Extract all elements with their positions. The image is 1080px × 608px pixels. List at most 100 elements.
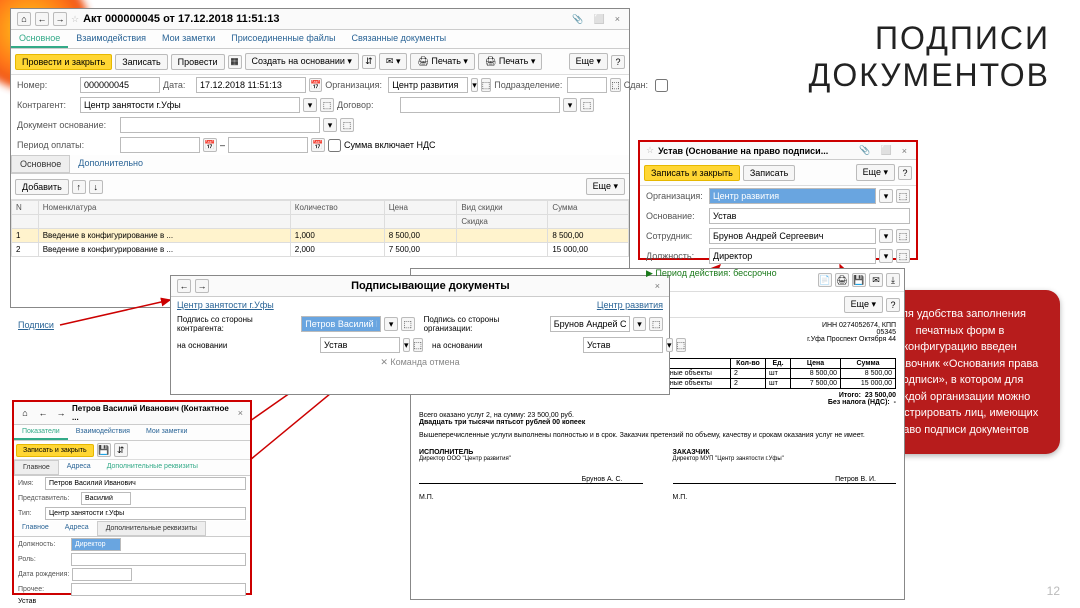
pt3b[interactable]: Адреса bbox=[57, 521, 97, 536]
tab-linked[interactable]: Связанные документы bbox=[344, 30, 455, 48]
star2-icon[interactable]: ☆ bbox=[646, 145, 654, 156]
close2-icon[interactable]: × bbox=[652, 281, 663, 291]
p-tree-icon[interactable]: ⇵ bbox=[114, 443, 128, 457]
tab2-extra[interactable]: Дополнительно bbox=[70, 155, 151, 173]
back3-icon[interactable]: ← bbox=[36, 406, 50, 420]
petrov-contr[interactable] bbox=[45, 507, 246, 520]
up-icon[interactable]: ↑ bbox=[72, 180, 86, 194]
pt2b[interactable]: Адреса bbox=[59, 460, 99, 475]
home2-icon[interactable]: ⌂ bbox=[18, 406, 32, 420]
basis-right-input[interactable] bbox=[583, 337, 663, 353]
email-button[interactable]: ✉ ▾ bbox=[379, 53, 408, 70]
pt3a[interactable]: Главное bbox=[14, 521, 57, 536]
petrov-role[interactable] bbox=[71, 553, 246, 566]
period-start[interactable] bbox=[120, 137, 200, 153]
open3-icon[interactable]: ⬚ bbox=[580, 98, 594, 112]
back2-icon[interactable]: ← bbox=[177, 279, 191, 293]
close-icon[interactable]: × bbox=[612, 14, 623, 24]
cal2-icon[interactable]: 📅 bbox=[203, 138, 217, 152]
tab-files[interactable]: Присоединенные файлы bbox=[223, 30, 343, 48]
fwd3-icon[interactable]: → bbox=[54, 406, 68, 420]
create-based-button[interactable]: Создать на основании ▾ bbox=[245, 53, 359, 70]
more2-button[interactable]: Еще ▾ bbox=[586, 178, 625, 195]
tree-icon[interactable]: ⇵ bbox=[362, 55, 376, 69]
help-icon[interactable]: ? bbox=[611, 55, 625, 69]
open6-icon[interactable]: ⬚ bbox=[649, 317, 663, 331]
down-icon[interactable]: ↓ bbox=[89, 180, 103, 194]
open5-icon[interactable]: ⬚ bbox=[401, 317, 415, 331]
post-button[interactable]: Провести bbox=[171, 54, 225, 70]
open8-icon[interactable]: ⬚ bbox=[676, 338, 687, 352]
ptab1[interactable]: Показатели bbox=[14, 425, 68, 440]
petrov-save-close[interactable]: Записать и закрыть bbox=[16, 444, 94, 457]
petrov-own[interactable] bbox=[81, 492, 131, 505]
tab2-main[interactable]: Основное bbox=[11, 155, 70, 173]
ustav-more[interactable]: Еще ▾ bbox=[856, 164, 895, 181]
number-input[interactable] bbox=[80, 77, 160, 93]
sel4-icon[interactable]: ▾ bbox=[563, 98, 577, 112]
dk-icon[interactable]: ▦ bbox=[228, 55, 242, 69]
left-org-link[interactable]: Центр занятости г.Уфы bbox=[177, 300, 597, 310]
add-button[interactable]: Добавить bbox=[15, 179, 69, 195]
pv-more[interactable]: Еще ▾ bbox=[844, 296, 883, 313]
open7-icon[interactable]: ⬚ bbox=[413, 338, 424, 352]
ustav-org-input[interactable] bbox=[709, 188, 876, 204]
contr-input[interactable] bbox=[80, 97, 300, 113]
o12[interactable]: ⬚ bbox=[896, 249, 910, 263]
help2-icon[interactable]: ? bbox=[898, 166, 912, 180]
sel7-icon[interactable]: ▾ bbox=[633, 317, 647, 331]
back-icon[interactable]: ← bbox=[35, 12, 49, 26]
cancel-command[interactable]: Команда отмена bbox=[390, 357, 459, 367]
print2-button[interactable]: 🖨 Печать ▾ bbox=[478, 53, 542, 70]
close3-icon[interactable]: × bbox=[899, 146, 910, 156]
o10[interactable]: ⬚ bbox=[896, 189, 910, 203]
sel9-icon[interactable]: ▾ bbox=[666, 338, 673, 352]
ustav-pos-input[interactable] bbox=[709, 248, 876, 264]
ustav-empl-input[interactable] bbox=[709, 228, 876, 244]
ustav-osn-input[interactable] bbox=[709, 208, 910, 224]
fwd2-icon[interactable]: → bbox=[195, 279, 209, 293]
attach2-icon[interactable]: 📎 bbox=[856, 145, 873, 156]
podr-input[interactable] bbox=[567, 77, 607, 93]
pt2c[interactable]: Дополнительные реквизиты bbox=[99, 460, 206, 475]
akt-table[interactable]: NНоменклатураКоличествоЦенаВид скидкиСум… bbox=[11, 200, 629, 257]
right-org-link[interactable]: Центр развития bbox=[597, 300, 663, 310]
fwd-icon[interactable]: → bbox=[53, 12, 67, 26]
close4-icon[interactable]: × bbox=[235, 408, 246, 418]
tab-main[interactable]: Основное bbox=[11, 30, 68, 48]
cal-icon[interactable]: 📅 bbox=[309, 78, 322, 92]
tab-interactions[interactable]: Взаимодействия bbox=[68, 30, 154, 48]
print-button[interactable]: 🖨 Печать ▾ bbox=[410, 53, 474, 70]
sel-icon[interactable]: ▾ bbox=[471, 78, 478, 92]
attach-icon[interactable]: 📎 bbox=[569, 14, 586, 25]
p-save-icon[interactable]: 💾 bbox=[97, 443, 111, 457]
petrov-birth[interactable] bbox=[72, 568, 132, 581]
open4-icon[interactable]: ⬚ bbox=[340, 118, 354, 132]
help3-icon[interactable]: ? bbox=[886, 298, 900, 312]
docosn-input[interactable] bbox=[120, 117, 320, 133]
sel6-icon[interactable]: ▾ bbox=[384, 317, 398, 331]
petrov-name[interactable] bbox=[45, 477, 246, 490]
max2-icon[interactable]: ⬜ bbox=[878, 145, 895, 156]
ustav-period[interactable]: ▶ Период действия: бессрочно bbox=[646, 268, 777, 279]
basis-left-input[interactable] bbox=[320, 337, 400, 353]
signatures-link[interactable]: Подписи bbox=[18, 320, 54, 330]
sel8-icon[interactable]: ▾ bbox=[403, 338, 410, 352]
post-close-button[interactable]: Провести и закрыть bbox=[15, 54, 112, 70]
s12[interactable]: ▾ bbox=[879, 249, 893, 263]
org-input[interactable] bbox=[388, 77, 468, 93]
sdan-checkbox[interactable] bbox=[655, 79, 668, 92]
pt3c[interactable]: Дополнительные реквизиты bbox=[97, 521, 206, 536]
ptab2[interactable]: Взаимодействия bbox=[68, 425, 138, 440]
star-icon[interactable]: ☆ bbox=[71, 14, 79, 25]
pt2a[interactable]: Главное bbox=[14, 460, 59, 475]
sel2-icon[interactable]: ⬚ bbox=[610, 78, 621, 92]
period-end[interactable] bbox=[228, 137, 308, 153]
petrov-pos[interactable] bbox=[71, 538, 121, 551]
tab-notes[interactable]: Мои заметки bbox=[154, 30, 223, 48]
sign-right-input[interactable] bbox=[550, 316, 630, 332]
s11[interactable]: ▾ bbox=[879, 229, 893, 243]
o11[interactable]: ⬚ bbox=[896, 229, 910, 243]
petrov-other[interactable] bbox=[71, 583, 246, 596]
s10[interactable]: ▾ bbox=[879, 189, 893, 203]
